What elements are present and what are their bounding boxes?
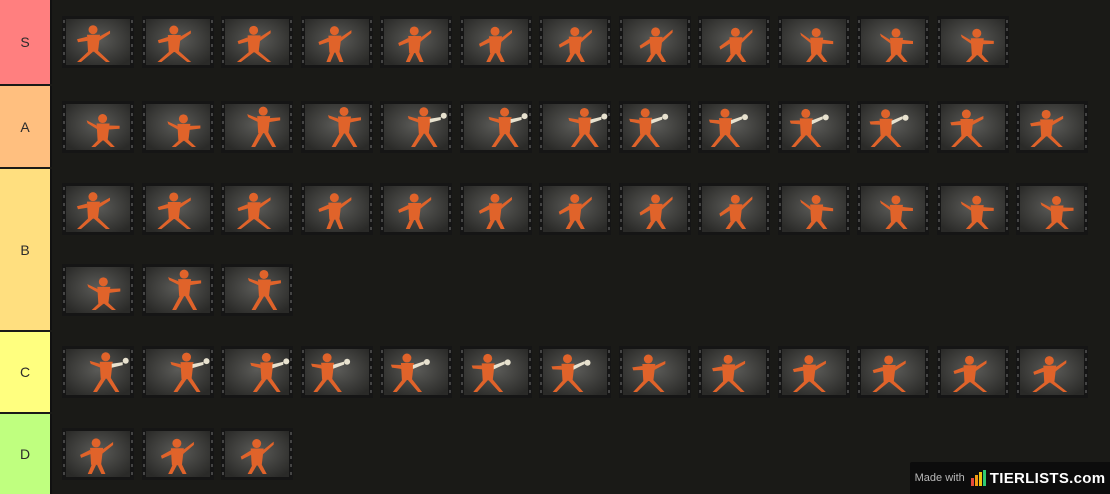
- tier-item-thumbnail[interactable]: [857, 100, 929, 153]
- tier-item-thumbnail[interactable]: [221, 16, 293, 68]
- tier-item-thumbnail[interactable]: [459, 183, 532, 236]
- tier-item-thumbnail[interactable]: [141, 263, 214, 316]
- tier-item-thumbnail[interactable]: [221, 346, 293, 398]
- tier-item-thumbnail[interactable]: [539, 183, 611, 236]
- tier-label-b[interactable]: B: [0, 169, 52, 330]
- tier-item-thumbnail[interactable]: [62, 346, 134, 398]
- tier-item-thumbnail[interactable]: [618, 16, 691, 68]
- tier-item-thumbnail[interactable]: [221, 100, 293, 153]
- tier-item-thumbnail[interactable]: [936, 100, 1009, 153]
- tier-item-thumbnail[interactable]: [698, 16, 770, 68]
- tier-item-thumbnail[interactable]: [62, 100, 134, 153]
- tier-item-thumbnail[interactable]: [539, 16, 611, 68]
- tier-item-thumbnail[interactable]: [380, 100, 452, 153]
- tier-item-thumbnail[interactable]: [141, 16, 214, 68]
- watermark-made-with: Made with: [914, 472, 965, 484]
- watermark-brand: TIERLISTS.com: [989, 469, 1106, 487]
- tier-label-a[interactable]: A: [0, 86, 52, 167]
- tier-item-thumbnail[interactable]: [936, 16, 1009, 68]
- tier-item-thumbnail[interactable]: [857, 183, 929, 236]
- tier-item-thumbnail[interactable]: [62, 183, 134, 236]
- tier-item-thumbnail[interactable]: [1016, 183, 1088, 236]
- tier-item-thumbnail[interactable]: [300, 346, 373, 398]
- tierlists-watermark[interactable]: Made with TIERLISTS.com: [910, 462, 1110, 494]
- logo-bar: [982, 470, 986, 486]
- tier-item-thumbnail[interactable]: [300, 100, 373, 153]
- tier-items-c[interactable]: [52, 332, 1110, 412]
- tier-item-thumbnail[interactable]: [141, 100, 214, 153]
- tier-item-thumbnail[interactable]: [936, 346, 1009, 398]
- tier-item-thumbnail[interactable]: [777, 346, 850, 398]
- tier-item-thumbnail[interactable]: [221, 183, 293, 236]
- logo-bar: [978, 472, 982, 486]
- tier-row-b: B: [0, 169, 1110, 330]
- tier-items-a[interactable]: [52, 86, 1110, 167]
- tier-item-thumbnail[interactable]: [618, 100, 691, 153]
- tier-item-thumbnail[interactable]: [539, 100, 611, 153]
- tier-item-thumbnail[interactable]: [380, 16, 452, 68]
- tier-item-thumbnail[interactable]: [857, 16, 929, 68]
- tier-row-s: S: [0, 0, 1110, 84]
- tier-item-thumbnail[interactable]: [62, 428, 134, 480]
- tier-item-thumbnail[interactable]: [1016, 100, 1088, 153]
- tier-item-thumbnail[interactable]: [618, 183, 691, 236]
- tier-item-thumbnail[interactable]: [698, 346, 770, 398]
- tier-item-thumbnail[interactable]: [62, 16, 134, 68]
- tier-row-a: A: [0, 86, 1110, 167]
- tier-item-thumbnail[interactable]: [221, 263, 293, 316]
- tier-row-c: C: [0, 332, 1110, 412]
- tier-item-thumbnail[interactable]: [936, 183, 1009, 236]
- tier-item-thumbnail[interactable]: [618, 346, 691, 398]
- tier-item-thumbnail[interactable]: [300, 183, 373, 236]
- logo-bar: [970, 478, 974, 486]
- tier-item-thumbnail[interactable]: [221, 428, 293, 480]
- tier-label-d[interactable]: D: [0, 414, 52, 494]
- tierlists-logo-icon: [970, 470, 987, 486]
- tier-item-thumbnail[interactable]: [300, 16, 373, 68]
- tier-item-thumbnail[interactable]: [141, 183, 214, 236]
- tier-item-thumbnail[interactable]: [777, 183, 850, 236]
- tier-item-thumbnail[interactable]: [380, 346, 452, 398]
- tier-label-c[interactable]: C: [0, 332, 52, 412]
- tier-item-thumbnail[interactable]: [459, 100, 532, 153]
- tier-item-thumbnail[interactable]: [777, 16, 850, 68]
- tier-list-board: S A B C D: [0, 0, 1110, 494]
- tier-item-thumbnail[interactable]: [698, 100, 770, 153]
- tier-items-s[interactable]: [52, 0, 1110, 84]
- tier-item-thumbnail[interactable]: [777, 100, 850, 153]
- tier-item-thumbnail[interactable]: [141, 346, 214, 398]
- tier-item-thumbnail[interactable]: [857, 346, 929, 398]
- tier-item-thumbnail[interactable]: [459, 346, 532, 398]
- tier-item-thumbnail[interactable]: [539, 346, 611, 398]
- tier-item-thumbnail[interactable]: [380, 183, 452, 236]
- tier-label-s[interactable]: S: [0, 0, 52, 84]
- logo-bar: [974, 475, 978, 486]
- tier-items-b[interactable]: [52, 169, 1110, 330]
- tier-item-thumbnail[interactable]: [698, 183, 770, 236]
- tier-item-thumbnail[interactable]: [62, 263, 134, 316]
- tier-item-thumbnail[interactable]: [459, 16, 532, 68]
- tier-item-thumbnail[interactable]: [141, 428, 214, 480]
- tier-item-thumbnail[interactable]: [1016, 346, 1088, 398]
